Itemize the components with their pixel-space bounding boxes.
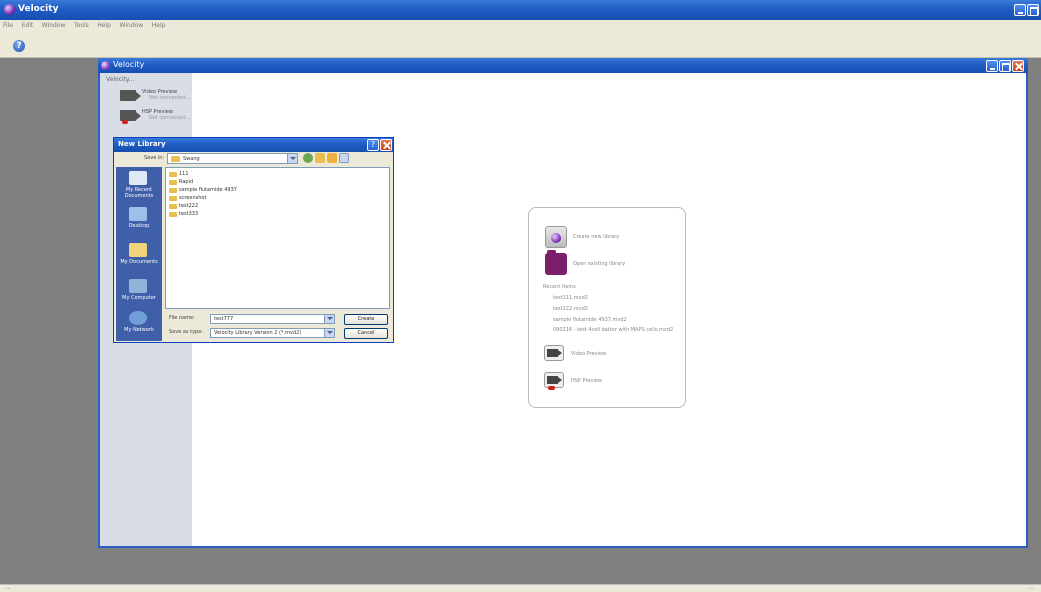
- new-library-link[interactable]: Create new library: [573, 234, 619, 240]
- my-computer-icon: [129, 279, 147, 293]
- recent-item[interactable]: sample flutamide 4937.mvd2: [553, 317, 627, 323]
- view-menu-icon[interactable]: [339, 153, 349, 163]
- chevron-down-icon[interactable]: [287, 154, 297, 163]
- chevron-down-icon[interactable]: [324, 329, 334, 337]
- save-type-value: Velocity Library Version 2 (*.mvd2): [214, 330, 302, 336]
- desktop-icon: [129, 207, 147, 221]
- folder-icon: [169, 188, 177, 193]
- video-preview-link[interactable]: Video Preview: [571, 351, 606, 357]
- back-icon[interactable]: [303, 153, 313, 163]
- cancel-button[interactable]: Cancel: [344, 328, 388, 339]
- dialog-titlebar: New Library ?: [114, 138, 393, 152]
- menu-item[interactable]: Window: [117, 20, 147, 31]
- open-library-icon[interactable]: [545, 250, 567, 275]
- place-label: My Computer: [122, 295, 156, 301]
- file-name: 111: [179, 171, 189, 177]
- chevron-down-icon[interactable]: [324, 315, 334, 323]
- inner-minimize-button[interactable]: [986, 60, 998, 72]
- menu-item[interactable]: Tools: [71, 20, 92, 31]
- new-library-icon[interactable]: [545, 226, 567, 248]
- menu-item[interactable]: Help: [149, 20, 169, 31]
- folder-icon: [169, 180, 177, 185]
- video-preview-icon[interactable]: [544, 345, 564, 361]
- start-card: Create new library Open existing library…: [528, 207, 686, 408]
- save-in-label: Save in:: [144, 155, 165, 161]
- dialog-help-button[interactable]: ?: [367, 139, 379, 151]
- recent-documents-icon: [129, 171, 147, 185]
- file-name: sample flutamide 4937: [179, 187, 237, 193]
- app-title: Velocity: [18, 4, 59, 14]
- sidebar-header[interactable]: Velocity...: [106, 76, 134, 83]
- file-list[interactable]: 111 Rapid sample flutamide 4937 screensh…: [165, 167, 390, 309]
- up-folder-icon[interactable]: [315, 153, 325, 163]
- velocity-logo-icon: [4, 4, 15, 15]
- app-titlebar: Velocity: [0, 0, 1041, 20]
- hsp-preview-link[interactable]: HSP Preview: [571, 378, 602, 384]
- save-type-label: Save as type:: [169, 329, 203, 335]
- menu-item[interactable]: Window: [39, 20, 69, 31]
- place-recent-documents[interactable]: My Recent Documents: [116, 169, 162, 199]
- sidebar-item-hsp-preview[interactable]: HSP Preview Not connected...: [120, 107, 192, 125]
- folder-icon: [169, 204, 177, 209]
- menu-item[interactable]: Help: [94, 20, 114, 31]
- video-camera-icon: [120, 90, 141, 101]
- save-in-select[interactable]: Swang: [167, 153, 298, 164]
- place-my-documents[interactable]: My Documents: [116, 241, 162, 271]
- inner-close-button[interactable]: [1012, 60, 1024, 72]
- file-name-label: File name:: [169, 315, 195, 321]
- folder-icon: [169, 212, 177, 217]
- inner-maximize-button[interactable]: [999, 60, 1011, 72]
- menubar: File Edit Window Tools Help Window Help: [0, 20, 1041, 34]
- velocity-window-titlebar: Velocity: [98, 58, 1028, 73]
- sidebar-item-sublabel: Not connected...: [149, 95, 191, 101]
- create-button[interactable]: Create: [344, 314, 388, 325]
- folder-icon: [169, 196, 177, 201]
- place-my-computer[interactable]: My Computer: [116, 277, 162, 307]
- sidebar-item-sublabel: Not connected...: [149, 115, 191, 121]
- dialog-title: New Library: [118, 140, 166, 148]
- place-label: My Network: [124, 327, 154, 333]
- new-folder-icon[interactable]: [327, 153, 337, 163]
- menu-item[interactable]: File: [0, 20, 16, 31]
- recent-item[interactable]: test111.mvd2: [553, 295, 588, 301]
- save-type-select[interactable]: Velocity Library Version 2 (*.mvd2): [210, 328, 335, 338]
- dialog-close-button[interactable]: [380, 139, 392, 151]
- folder-icon: [169, 172, 177, 177]
- velocity-window-icon: [101, 61, 110, 70]
- menu-item[interactable]: Edit: [19, 20, 37, 31]
- file-name-field[interactable]: test777: [210, 314, 335, 324]
- my-network-icon: [129, 311, 147, 325]
- recent-item[interactable]: test222.mvd2: [553, 306, 588, 312]
- my-documents-icon: [129, 243, 147, 257]
- status-left: ...: [6, 585, 11, 591]
- file-name: Rapid: [179, 179, 194, 185]
- place-label: Desktop: [128, 223, 150, 229]
- recent-items-label: Recent Items: [543, 284, 576, 290]
- save-in-value: Swang: [183, 156, 200, 162]
- places-bar: My Recent Documents Desktop My Documents…: [116, 167, 162, 341]
- recent-item[interactable]: 090216 - test 4cell batter with MAPS cel…: [553, 327, 673, 333]
- file-name: screenshot: [179, 195, 207, 201]
- hsp-preview-icon[interactable]: [544, 372, 564, 390]
- velocity-window-title: Velocity: [113, 60, 145, 69]
- file-name: test222: [179, 203, 199, 209]
- folder-icon: [171, 156, 180, 162]
- file-name-value: test777: [214, 316, 234, 322]
- file-name: test333: [179, 211, 199, 217]
- minimize-button[interactable]: [1014, 4, 1026, 16]
- open-library-link[interactable]: Open existing library: [573, 261, 625, 267]
- place-my-network[interactable]: My Network: [116, 309, 162, 339]
- place-desktop[interactable]: Desktop: [116, 205, 162, 235]
- help-icon[interactable]: ?: [13, 40, 25, 52]
- new-library-dialog: New Library ? Save in: Swang My Recent D…: [113, 137, 394, 343]
- statusbar: ... ...: [0, 584, 1041, 592]
- status-right: ...: [1028, 585, 1033, 591]
- place-label: My Documents: [120, 259, 158, 265]
- sidebar-item-video-preview[interactable]: Video Preview Not connected...: [120, 87, 192, 105]
- maximize-button[interactable]: [1027, 4, 1039, 16]
- hsp-camera-icon: [120, 110, 141, 124]
- place-label: My Recent Documents: [124, 187, 154, 199]
- toolbar: [0, 34, 1041, 58]
